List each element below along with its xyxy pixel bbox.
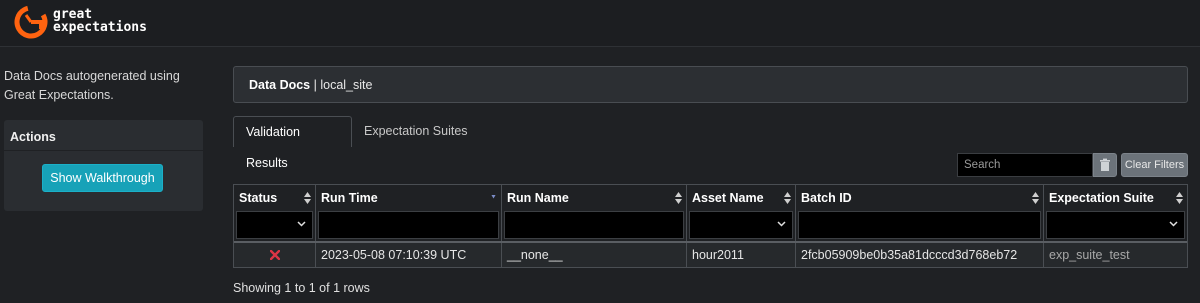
brand-wordmark[interactable]: great expectations bbox=[53, 8, 147, 34]
column-header-label: Expectation Suite bbox=[1049, 191, 1154, 205]
breadcrumb-root[interactable]: Data Docs bbox=[249, 78, 310, 92]
filter-cell-expectation-suite bbox=[1044, 211, 1187, 241]
clear-filters-button[interactable]: Clear Filters bbox=[1121, 153, 1188, 177]
trash-icon bbox=[1100, 158, 1110, 171]
table-row-batch-id-cell[interactable]: 2fcb05909be0b35a81dcccd3d768eb72 bbox=[796, 243, 1044, 267]
column-header-label: Asset Name bbox=[692, 191, 764, 205]
sort-icon[interactable] bbox=[304, 192, 311, 204]
column-header-label: Run Time bbox=[321, 191, 378, 205]
pagination-summary: Showing 1 to 1 of 1 rows bbox=[233, 281, 370, 295]
table-row-asset-name-cell[interactable]: hour2011 bbox=[687, 243, 796, 267]
sidebar-description-line-2: Great Expectations. bbox=[4, 88, 114, 102]
sidebar-description: Data Docs autogenerated using Great Expe… bbox=[4, 67, 194, 105]
great-expectations-logo-icon[interactable] bbox=[14, 5, 48, 39]
column-header-status[interactable]: Status bbox=[234, 185, 316, 211]
clear-search-button[interactable] bbox=[1093, 153, 1117, 177]
sort-icon[interactable] bbox=[784, 192, 791, 204]
column-header-run-time[interactable]: Run Time bbox=[316, 185, 502, 211]
table-row-run-time-cell[interactable]: 2023-05-08 07:10:39 UTC bbox=[316, 243, 502, 267]
status-filter-select[interactable] bbox=[236, 211, 313, 239]
table-row-run-name-cell[interactable]: __none__ bbox=[502, 243, 687, 267]
batch-id-filter-input[interactable] bbox=[798, 211, 1041, 239]
sidebar-description-line-1: Data Docs autogenerated using bbox=[4, 69, 180, 83]
column-header-expectation-suite[interactable]: Expectation Suite bbox=[1044, 185, 1187, 211]
chevron-down-icon bbox=[777, 221, 786, 227]
sort-descending-icon[interactable] bbox=[490, 195, 497, 202]
table-row-expectation-suite-cell[interactable]: exp_suite_test bbox=[1044, 243, 1187, 267]
show-walkthrough-button[interactable]: Show Walkthrough bbox=[42, 164, 163, 192]
column-header-run-name[interactable]: Run Name bbox=[502, 185, 687, 211]
expectation-suite-filter-select[interactable] bbox=[1046, 211, 1185, 239]
validation-results-table: Status Run Time Run Name Asset Name Batc… bbox=[233, 184, 1188, 268]
top-navbar: great expectations bbox=[0, 0, 1200, 47]
run-time-filter-input[interactable] bbox=[318, 211, 499, 239]
chevron-down-icon bbox=[297, 221, 306, 227]
filter-cell-status bbox=[234, 211, 316, 241]
column-header-asset-name[interactable]: Asset Name bbox=[687, 185, 796, 211]
breadcrumb-separator: | bbox=[310, 78, 321, 92]
filter-cell-batch-id bbox=[796, 211, 1044, 241]
asset-name-filter-select[interactable] bbox=[689, 211, 793, 239]
brand-line-2: expectations bbox=[53, 20, 147, 35]
tab-validation-results[interactable]: Validation Results bbox=[233, 116, 352, 170]
filter-cell-run-name bbox=[502, 211, 687, 241]
sort-icon[interactable] bbox=[1032, 192, 1039, 204]
column-header-label: Batch ID bbox=[801, 191, 852, 205]
chevron-down-icon bbox=[1169, 221, 1178, 227]
breadcrumb: Data Docs | local_site bbox=[233, 66, 1188, 103]
sort-icon[interactable] bbox=[675, 192, 682, 204]
filter-cell-asset-name bbox=[687, 211, 796, 241]
breadcrumb-site: local_site bbox=[320, 78, 373, 92]
actions-title: Actions bbox=[10, 130, 56, 144]
column-header-batch-id[interactable]: Batch ID bbox=[796, 185, 1044, 211]
tab-expectation-suites[interactable]: Expectation Suites bbox=[352, 116, 480, 147]
search-input[interactable] bbox=[957, 153, 1093, 177]
column-header-label: Run Name bbox=[507, 191, 569, 205]
filter-cell-run-time bbox=[316, 211, 502, 241]
column-header-label: Status bbox=[239, 191, 278, 205]
sort-icon[interactable] bbox=[1176, 192, 1183, 204]
table-row-status-cell[interactable] bbox=[234, 243, 316, 267]
run-name-filter-input[interactable] bbox=[504, 211, 684, 239]
x-icon bbox=[270, 250, 280, 260]
actions-divider bbox=[4, 150, 203, 151]
